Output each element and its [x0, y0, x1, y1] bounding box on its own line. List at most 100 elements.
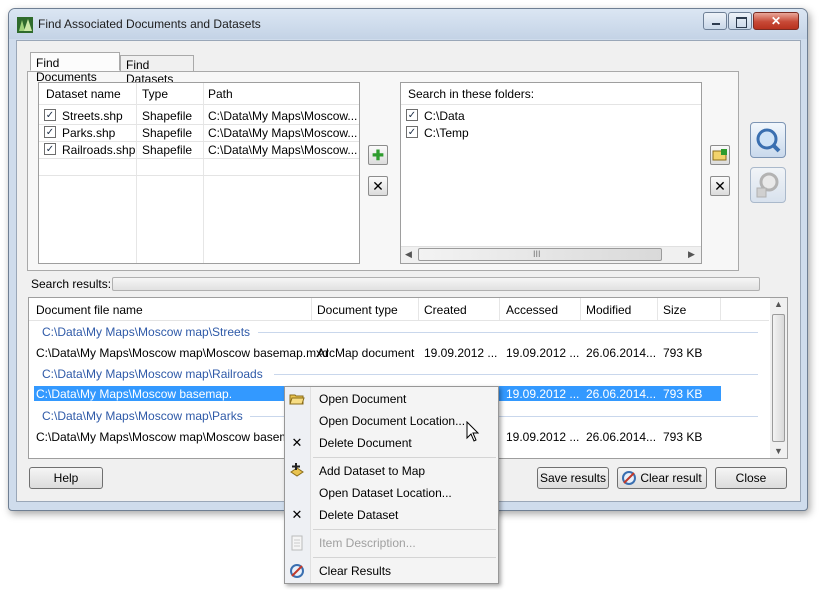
- col-document-type[interactable]: Document type: [317, 303, 398, 317]
- remove-folder-button[interactable]: ✕: [710, 176, 730, 196]
- clear-results-icon: [622, 471, 636, 485]
- dataset-name: Streets.shp: [62, 109, 123, 123]
- col-size[interactable]: Size: [663, 303, 686, 317]
- menu-item-item-description[interactable]: Item Description...: [319, 536, 416, 550]
- result-size: 793 KB: [663, 430, 703, 444]
- column-divider: [657, 298, 658, 320]
- column-divider: [499, 298, 500, 320]
- dataset-type: Shapefile: [142, 109, 193, 123]
- result-doc-type: ArcMap document: [317, 346, 415, 360]
- row-divider: [39, 141, 359, 142]
- tab-find-datasets[interactable]: Find Datasets: [120, 55, 194, 86]
- result-modified: 26.06.2014...: [586, 387, 657, 401]
- result-file-name: C:\Data\My Maps\Moscow map\Moscow basema…: [36, 430, 307, 444]
- col-created[interactable]: Created: [424, 303, 467, 317]
- group-header-title[interactable]: C:\Data\My Maps\Moscow map\Streets: [42, 325, 250, 339]
- menu-separator: [313, 529, 496, 530]
- scroll-up-icon[interactable]: ▲: [774, 299, 783, 309]
- mouse-cursor-icon: [466, 421, 480, 442]
- col-accessed[interactable]: Accessed: [506, 303, 558, 317]
- menu-item-add-dataset-to-map[interactable]: Add Dataset to Map: [319, 464, 425, 478]
- dataset-path: C:\Data\My Maps\Moscow...: [208, 126, 358, 140]
- scroll-right-icon[interactable]: ▶: [688, 246, 695, 263]
- minimize-button[interactable]: [703, 12, 727, 30]
- menu-item-delete-dataset[interactable]: Delete Dataset: [319, 508, 398, 522]
- col-path[interactable]: Path: [208, 87, 233, 101]
- save-results-button[interactable]: Save results: [537, 467, 609, 489]
- add-folder-button[interactable]: [710, 145, 730, 165]
- scroll-left-icon[interactable]: ◀: [405, 246, 412, 263]
- maximize-button[interactable]: [728, 12, 752, 30]
- stop-search-button[interactable]: [750, 167, 786, 203]
- scroll-down-icon[interactable]: ▼: [774, 446, 783, 456]
- dataset-type: Shapefile: [142, 143, 193, 157]
- header-divider: [29, 320, 769, 321]
- header-divider: [39, 104, 359, 105]
- result-created: 19.09.2012 ...: [424, 346, 498, 360]
- row-divider: [39, 124, 359, 125]
- folders-header: Search in these folders:: [408, 87, 535, 101]
- x-icon: ✕: [714, 178, 726, 194]
- search-progress-bar: [112, 277, 760, 291]
- context-menu-gutter: [285, 387, 311, 583]
- menu-item-open-dataset-location[interactable]: Open Dataset Location...: [319, 486, 452, 500]
- dataset-type: Shapefile: [142, 126, 193, 140]
- folder-path: C:\Data: [424, 109, 465, 123]
- search-icon: [756, 128, 781, 153]
- row-divider: [39, 158, 359, 159]
- menu-item-clear-results[interactable]: Clear Results: [319, 564, 391, 578]
- add-icon: ✚: [372, 147, 384, 163]
- folder-open-icon: [289, 394, 305, 405]
- dataset-path: C:\Data\My Maps\Moscow...: [208, 143, 358, 157]
- dataset-checkbox[interactable]: ✓: [44, 143, 56, 155]
- result-accessed: 19.09.2012 ...: [506, 387, 580, 401]
- help-button[interactable]: Help: [29, 467, 103, 489]
- result-modified: 26.06.2014...: [586, 346, 657, 360]
- remove-dataset-button[interactable]: ✕: [368, 176, 388, 196]
- close-window-button[interactable]: ✕: [753, 12, 799, 30]
- window-title: Find Associated Documents and Datasets: [38, 17, 261, 31]
- group-header-title[interactable]: C:\Data\My Maps\Moscow map\Parks: [42, 409, 243, 423]
- col-modified[interactable]: Modified: [586, 303, 631, 317]
- column-divider: [580, 298, 581, 320]
- dataset-name: Parks.shp: [62, 126, 116, 140]
- search-results-label: Search results:: [31, 277, 112, 291]
- folder-checkbox[interactable]: ✓: [406, 109, 418, 121]
- add-data-icon: [290, 463, 304, 477]
- col-document-file-name[interactable]: Document file name: [36, 303, 143, 317]
- col-dataset-name[interactable]: Dataset name: [46, 87, 121, 101]
- group-rule: [258, 332, 758, 333]
- dataset-checkbox[interactable]: ✓: [44, 126, 56, 138]
- add-folder-icon: [712, 149, 727, 161]
- menu-item-open-document[interactable]: Open Document: [319, 392, 406, 406]
- column-divider: [720, 298, 721, 320]
- maximize-icon: [736, 17, 747, 28]
- x-icon: ✕: [291, 435, 303, 450]
- menu-separator: [313, 557, 496, 558]
- scroll-thumb[interactable]: [772, 314, 785, 442]
- description-icon: [291, 535, 303, 551]
- result-accessed: 19.09.2012 ...: [506, 430, 580, 444]
- col-type[interactable]: Type: [142, 87, 168, 101]
- add-dataset-button[interactable]: ✚: [368, 145, 388, 165]
- search-button[interactable]: [750, 122, 786, 158]
- tab-find-documents[interactable]: Find Documents: [30, 52, 120, 84]
- dataset-checkbox[interactable]: ✓: [44, 109, 56, 121]
- result-modified: 26.06.2014...: [586, 430, 657, 444]
- result-accessed: 19.09.2012 ...: [506, 346, 580, 360]
- folder-checkbox[interactable]: ✓: [406, 126, 418, 138]
- dataset-path: C:\Data\My Maps\Moscow...: [208, 109, 358, 123]
- scroll-grip: III: [533, 249, 541, 259]
- column-divider: [311, 298, 312, 320]
- group-header-title[interactable]: C:\Data\My Maps\Moscow map\Railroads: [42, 367, 263, 381]
- menu-item-delete-document[interactable]: Delete Document: [319, 436, 412, 450]
- dataset-name: Railroads.shp: [62, 143, 136, 157]
- result-size: 793 KB: [663, 346, 703, 360]
- x-icon: ✕: [291, 507, 303, 522]
- menu-item-open-document-location[interactable]: Open Document Location...: [319, 414, 465, 428]
- row-divider: [39, 175, 359, 176]
- group-rule: [274, 374, 758, 375]
- header-divider: [401, 104, 701, 105]
- close-button[interactable]: Close: [715, 467, 787, 489]
- close-icon: ✕: [770, 14, 782, 28]
